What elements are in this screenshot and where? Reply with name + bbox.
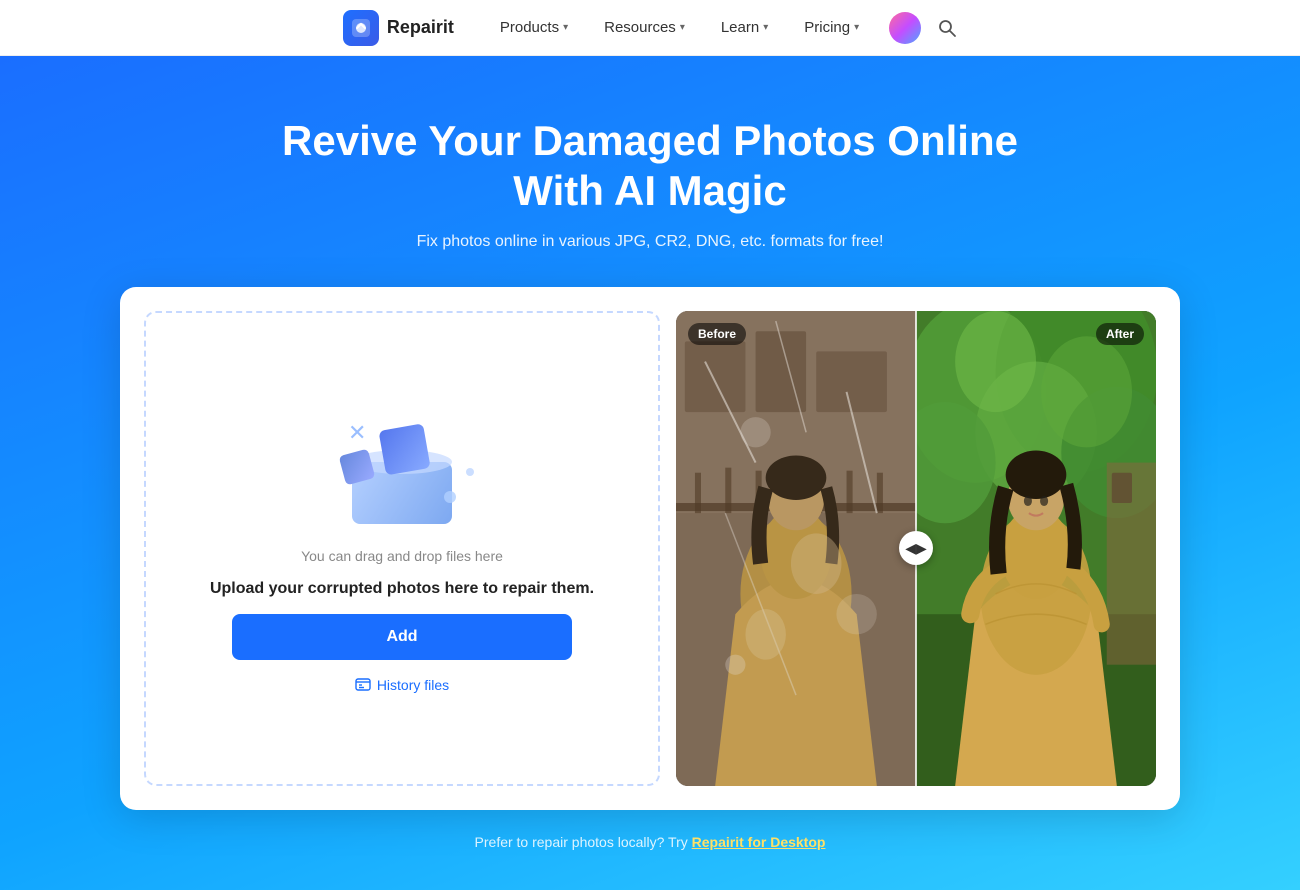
- logo-label: Repairit: [387, 17, 454, 38]
- upload-area: ✕: [144, 311, 660, 786]
- nav-pricing[interactable]: Pricing ▾: [790, 11, 873, 44]
- logo-icon: [343, 10, 379, 46]
- history-icon: [355, 676, 371, 695]
- avatar[interactable]: [889, 12, 921, 44]
- hero-title: Revive Your Damaged Photos Online With A…: [250, 116, 1050, 217]
- main-card: ✕: [120, 287, 1180, 810]
- learn-chevron-icon: ▾: [763, 22, 768, 33]
- bottom-main-text: Prefer to repair photos locally? Try: [475, 834, 692, 850]
- drag-drop-text: You can drag and drop files here: [301, 548, 503, 564]
- desktop-link[interactable]: Repairit for Desktop: [692, 834, 826, 850]
- upload-main-text: Upload your corrupted photos here to rep…: [210, 580, 594, 598]
- history-label: History files: [377, 677, 449, 693]
- add-button[interactable]: Add: [232, 614, 572, 660]
- hero-subtitle: Fix photos online in various JPG, CR2, D…: [417, 233, 884, 251]
- nav-products[interactable]: Products ▾: [486, 11, 582, 44]
- resources-chevron-icon: ▾: [680, 22, 685, 33]
- nav-learn[interactable]: Learn ▾: [707, 11, 782, 44]
- divider-handle[interactable]: ◀▶: [899, 531, 933, 565]
- after-panel: [916, 311, 1156, 786]
- svg-text:✕: ✕: [348, 420, 366, 445]
- before-panel: [676, 311, 916, 786]
- after-label: After: [1096, 323, 1144, 345]
- products-chevron-icon: ▾: [563, 22, 568, 33]
- history-link[interactable]: History files: [355, 676, 449, 695]
- bottom-text: Prefer to repair photos locally? Try Rep…: [475, 834, 826, 850]
- search-icon[interactable]: [937, 18, 957, 38]
- before-after-container: Before After: [676, 311, 1156, 786]
- nav-resources[interactable]: Resources ▾: [590, 11, 699, 44]
- before-label: Before: [688, 323, 746, 345]
- navbar: Repairit Products ▾ Resources ▾ Learn ▾ …: [0, 0, 1300, 56]
- logo[interactable]: Repairit: [343, 10, 454, 46]
- pricing-chevron-icon: ▾: [854, 22, 859, 33]
- hero-section: Revive Your Damaged Photos Online With A…: [0, 56, 1300, 890]
- upload-illustration: ✕: [322, 402, 482, 532]
